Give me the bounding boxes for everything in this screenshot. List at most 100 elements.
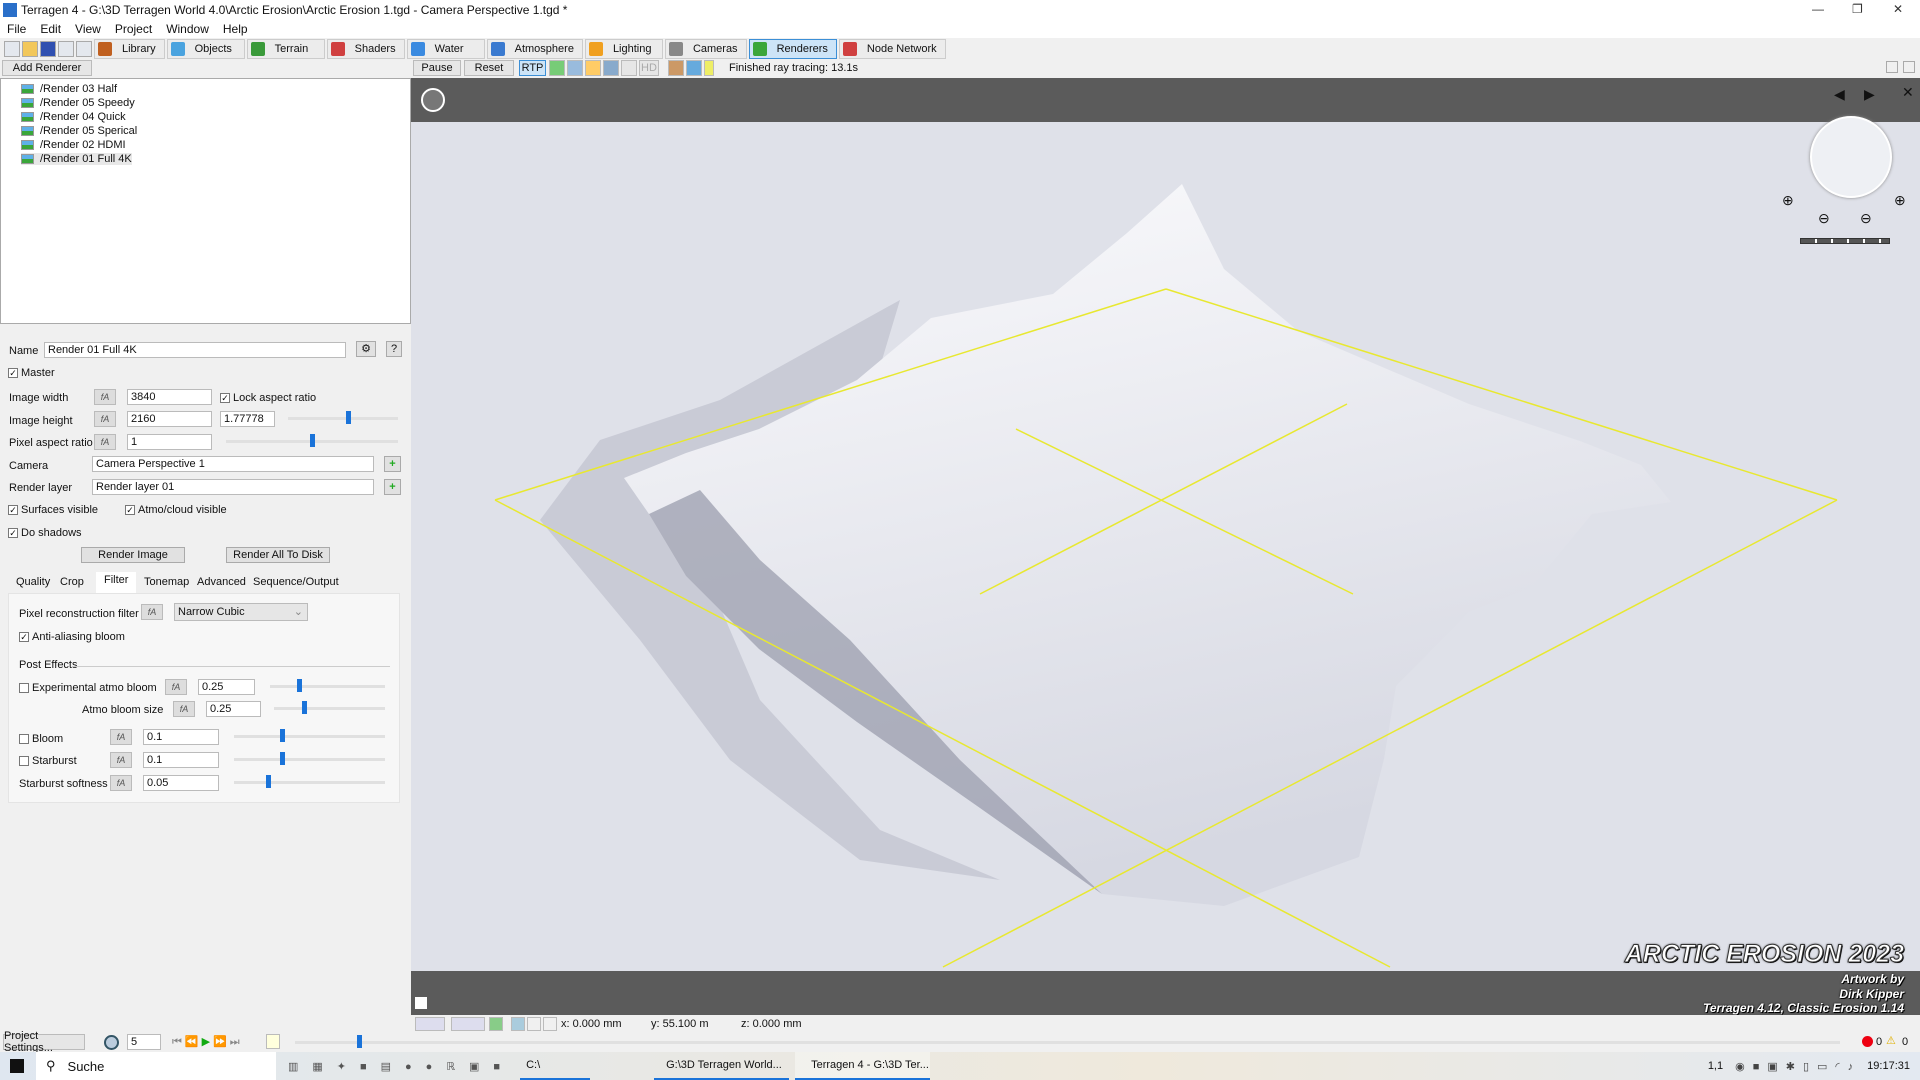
play-icon[interactable]: ▶ <box>202 1036 213 1048</box>
tab-advanced[interactable]: Advanced <box>194 576 249 592</box>
menu-window[interactable]: Window <box>166 22 209 36</box>
hd-button[interactable]: HD <box>639 60 659 76</box>
timeline-slider[interactable] <box>295 1034 1840 1050</box>
function-button[interactable]: fA <box>94 389 116 405</box>
menu-file[interactable]: File <box>7 22 26 36</box>
frame-icon[interactable] <box>527 1017 541 1031</box>
help-button[interactable]: ? <box>386 341 402 357</box>
minimize-button[interactable]: — <box>1812 2 1824 16</box>
light-toggle-icon[interactable] <box>603 60 619 76</box>
exp-bloom-slider[interactable] <box>270 678 385 694</box>
camera-select-icon[interactable] <box>451 1017 485 1031</box>
sun-toggle-icon[interactable] <box>585 60 601 76</box>
camera-input[interactable]: Camera Perspective 1 <box>92 456 374 472</box>
renderer-list-item[interactable]: /Render 03 Half <box>21 83 117 95</box>
function-button[interactable]: fA <box>141 604 163 620</box>
arrow-left-icon[interactable]: ◀ <box>1834 86 1845 103</box>
project-settings-button[interactable]: Project Settings... <box>3 1030 85 1054</box>
sphere-toggle-icon[interactable] <box>549 60 565 76</box>
bloom-size-slider[interactable] <box>274 700 385 716</box>
exp-bloom-input[interactable]: 0.25 <box>198 679 255 695</box>
toolbar-atmosphere-button[interactable]: Atmosphere <box>486 38 583 59</box>
renderer-list-item[interactable]: /Render 05 Sperical <box>21 125 137 137</box>
camera-view-icon[interactable] <box>415 1017 445 1031</box>
frame-input[interactable]: 5 <box>127 1034 161 1050</box>
menu-edit[interactable]: Edit <box>40 22 61 36</box>
gear-toggle-icon[interactable] <box>621 60 637 76</box>
toolbar-library-button[interactable]: Library <box>94 38 165 59</box>
add-render-layer-button[interactable]: + <box>384 479 401 495</box>
add-renderer-button[interactable]: Add Renderer <box>2 60 92 76</box>
renderer-list-item[interactable]: /Render 01 Full 4K <box>21 153 132 165</box>
function-button[interactable]: fA <box>110 775 132 791</box>
tab-sequence-output[interactable]: Sequence/Output <box>250 576 342 592</box>
renderer-list-item[interactable]: /Render 05 Speedy <box>21 97 135 109</box>
system-tray-icons[interactable]: ◉■▣✱▯▭◜♪ <box>1735 1060 1861 1073</box>
add-camera-button[interactable]: + <box>384 456 401 472</box>
toolbar-node-network-button[interactable]: Node Network <box>838 38 946 59</box>
atmo-visible-checkbox[interactable]: ✓ Atmo/cloud visible <box>125 504 227 516</box>
tab-filter[interactable]: Filter <box>96 572 137 593</box>
3d-preview-icon[interactable] <box>76 40 92 57</box>
menu-view[interactable]: View <box>75 22 101 36</box>
renderer-list-item[interactable]: /Render 04 Quick <box>21 111 126 123</box>
search-box[interactable]: ⚲ Suche <box>36 1052 276 1080</box>
tab-quality[interactable]: Quality <box>13 576 53 592</box>
render-layer-input[interactable]: Render layer 01 <box>92 479 374 495</box>
toolbar-lighting-button[interactable]: Lighting <box>584 38 663 59</box>
aa-bloom-checkbox[interactable]: ✓ Anti-aliasing bloom <box>19 631 125 643</box>
render-image-button[interactable]: Render Image <box>81 547 185 563</box>
taskbar-terragen[interactable]: Terragen 4 - G:\3D Ter... <box>795 1052 931 1080</box>
reset-button[interactable]: Reset <box>464 60 514 76</box>
tab-tonemap[interactable]: Tonemap <box>141 576 192 592</box>
bloom-slider[interactable] <box>234 728 385 744</box>
refresh-icon[interactable] <box>489 1017 503 1031</box>
pause-button[interactable]: Pause <box>413 60 461 76</box>
panel-close-icon[interactable] <box>1903 61 1915 73</box>
clock-icon[interactable] <box>104 1035 119 1050</box>
surfaces-visible-checkbox[interactable]: ✓ Surfaces visible <box>8 504 98 516</box>
save-icon[interactable] <box>40 40 56 57</box>
image-height-input[interactable]: 2160 <box>127 411 212 427</box>
do-shadows-checkbox[interactable]: ✓ Do shadows <box>8 527 82 539</box>
bloom-input[interactable]: 0.1 <box>143 729 219 745</box>
starburst-softness-slider[interactable] <box>234 774 385 790</box>
zoom-out-icon[interactable]: ⊖ <box>1860 210 1872 227</box>
close-button[interactable]: ✕ <box>1893 2 1903 16</box>
aspect-slider[interactable] <box>288 410 398 426</box>
new-file-icon[interactable] <box>4 40 20 57</box>
pixel-aspect-input[interactable]: 1 <box>127 434 212 450</box>
render-all-to-disk-button[interactable]: Render All To Disk <box>226 547 330 563</box>
globe-icon[interactable] <box>421 88 445 112</box>
starburst-softness-input[interactable]: 0.05 <box>143 775 219 791</box>
function-button[interactable]: fA <box>173 701 195 717</box>
name-input[interactable]: Render 01 Full 4K <box>44 342 346 358</box>
orbit-dial[interactable] <box>1810 116 1892 198</box>
image-width-input[interactable]: 3840 <box>127 389 212 405</box>
function-button[interactable]: fA <box>110 729 132 745</box>
function-button[interactable]: fA <box>94 434 116 450</box>
render-preview-icon[interactable] <box>58 40 74 57</box>
pixel-filter-dropdown[interactable]: Narrow Cubic ⌄ <box>174 603 308 621</box>
eye-icon[interactable] <box>511 1017 525 1031</box>
bloom-checkbox[interactable]: Bloom <box>19 733 63 745</box>
arrow-right-icon[interactable]: ▶ <box>1864 86 1875 103</box>
zoom-out-icon[interactable]: ⊖ <box>1818 210 1830 227</box>
master-checkbox[interactable]: ✓ Master <box>8 367 55 379</box>
function-button[interactable]: fA <box>110 752 132 768</box>
zoom-in-icon[interactable]: ⊕ <box>1782 192 1794 209</box>
pencil-icon[interactable] <box>704 60 714 76</box>
close-nav-icon[interactable]: ✕ <box>1902 84 1914 101</box>
starburst-input[interactable]: 0.1 <box>143 752 219 768</box>
exp-atmo-bloom-checkbox[interactable]: Experimental atmo bloom <box>19 682 157 694</box>
toolbar-cameras-button[interactable]: Cameras <box>664 38 747 59</box>
toolbar-shaders-button[interactable]: Shaders <box>326 38 405 59</box>
speed-bar[interactable] <box>1800 238 1890 244</box>
lock-aspect-checkbox[interactable]: ✓ Lock aspect ratio <box>220 392 316 404</box>
menu-project[interactable]: Project <box>115 22 152 36</box>
navigation-widget[interactable]: ◀ ▶ ✕ ⊕ ⊕ ⊖ ⊖ <box>1770 82 1918 252</box>
brush-icon[interactable] <box>668 60 684 76</box>
tab-crop[interactable]: Crop <box>57 576 87 592</box>
tools-icon[interactable] <box>686 60 702 76</box>
renderer-list-item[interactable]: /Render 02 HDMI <box>21 139 126 151</box>
